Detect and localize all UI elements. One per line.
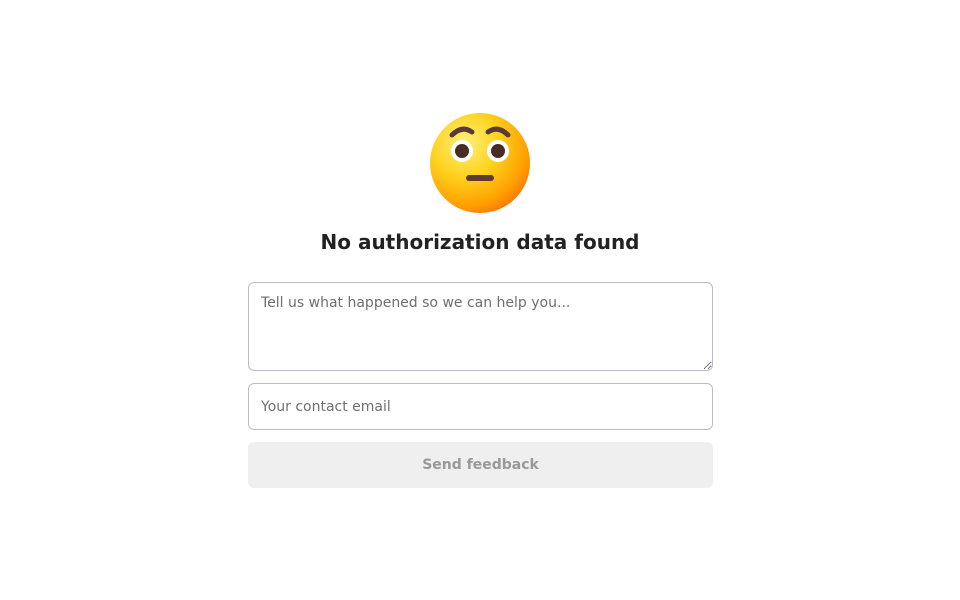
feedback-form: Send feedback	[248, 282, 713, 488]
face-with-raised-eyebrows-icon	[430, 113, 530, 213]
feedback-message-textarea[interactable]	[248, 282, 713, 371]
contact-email-input[interactable]	[248, 383, 713, 430]
page-title: No authorization data found	[320, 230, 640, 254]
error-page: No authorization data found Send feedbac…	[0, 0, 960, 600]
send-feedback-button[interactable]: Send feedback	[248, 442, 713, 488]
